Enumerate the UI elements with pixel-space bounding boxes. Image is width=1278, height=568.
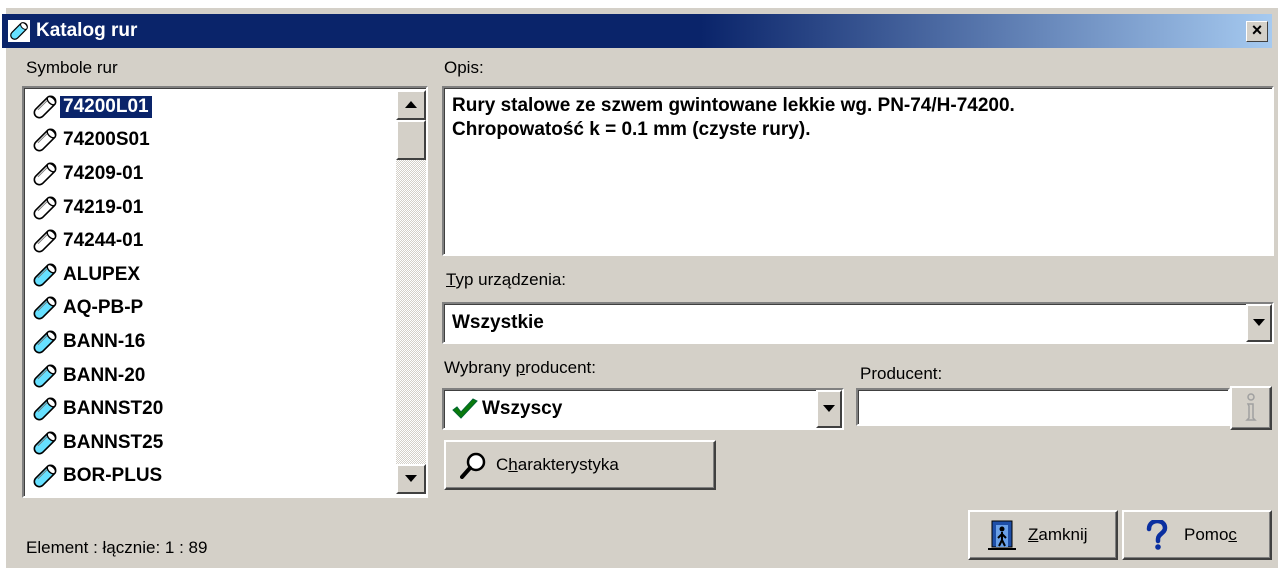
- list-item[interactable]: 74209-01: [26, 157, 398, 191]
- help-label-pre: Pomo: [1184, 525, 1229, 544]
- window-title: Katalog rur: [36, 20, 138, 41]
- list-item-label: AQ-PB-P: [63, 297, 144, 319]
- scroll-down-button[interactable]: [396, 464, 426, 494]
- list-item-label: BANNST25: [63, 431, 164, 453]
- checkmark-icon: [452, 398, 478, 419]
- characteristics-label: Charakterystyka: [496, 455, 619, 475]
- plastic-pipe-icon: [33, 330, 57, 354]
- status-text: Element : łącznie: 1 : 89: [26, 538, 208, 557]
- steel-pipe-icon: [33, 128, 57, 152]
- list-item[interactable]: BANN-20: [26, 359, 398, 393]
- help-button[interactable]: Pomoc: [1122, 510, 1272, 560]
- close-accel: Z: [1028, 525, 1039, 544]
- selected-producer-value: Wszyscy: [482, 398, 563, 419]
- close-label-rest: amknij: [1038, 525, 1088, 544]
- steel-pipe-icon: [33, 229, 57, 253]
- scroll-thumb[interactable]: [396, 120, 426, 160]
- list-item[interactable]: 74244-01: [26, 224, 398, 258]
- list-item[interactable]: AQ-PB-P: [26, 292, 398, 326]
- list-item-label: 74209-01: [63, 162, 144, 184]
- list-item-label: 74244-01: [63, 230, 144, 252]
- plastic-pipe-icon: [33, 364, 57, 388]
- characteristics-accel: h: [508, 455, 518, 474]
- selected-producer-label-pre: Wybrany: [444, 358, 516, 377]
- plastic-pipe-icon: [33, 296, 57, 320]
- arrow-down-icon: [405, 475, 417, 482]
- list-item[interactable]: ALUPEX: [26, 258, 398, 292]
- characteristics-label-pre: C: [496, 455, 509, 474]
- steel-pipe-icon: [33, 95, 57, 119]
- question-mark-icon: [1146, 520, 1168, 550]
- steel-pipe-icon: [33, 196, 57, 220]
- selected-producer-dropdown-button[interactable]: [816, 390, 842, 428]
- chevron-down-icon: [1253, 319, 1265, 326]
- chevron-down-icon: [823, 405, 835, 412]
- info-icon: [1245, 393, 1257, 421]
- description-label: Opis:: [444, 58, 484, 77]
- plastic-pipe-icon: [33, 263, 57, 287]
- description-line-2: Chropowatość k = 0.1 mm (czyste rury).: [452, 119, 811, 140]
- close-icon: ×: [1251, 20, 1263, 40]
- pipe-symbols-listbox[interactable]: 74200L01 74200S01 74209-01 74219-01 74244-01…: [22, 86, 428, 498]
- list-item[interactable]: BOR-PLUS: [26, 460, 398, 494]
- selected-producer-label-rest: roducent:: [525, 358, 597, 377]
- title-bar[interactable]: Katalog rur ×: [2, 14, 1272, 48]
- characteristics-button[interactable]: Charakterystyka: [444, 440, 716, 490]
- device-type-dropdown-button[interactable]: [1246, 304, 1272, 342]
- pipe-symbols-label: Symbole rur: [26, 58, 118, 77]
- list-item-label: BANN-16: [63, 330, 146, 352]
- pipe-symbols-list: 74200L01 74200S01 74209-01 74219-01 74244-01…: [26, 90, 398, 493]
- close-window-button[interactable]: ×: [1246, 21, 1268, 42]
- producer-label: Producent:: [860, 364, 943, 383]
- list-item-label: 74219-01: [63, 196, 144, 218]
- magnifier-icon: [460, 452, 486, 479]
- list-item[interactable]: 74200L01: [26, 90, 398, 124]
- info-button[interactable]: [1230, 386, 1272, 430]
- vertical-scrollbar[interactable]: [396, 90, 426, 494]
- device-type-value: Wszystkie: [452, 312, 544, 333]
- producer-field[interactable]: [856, 388, 1230, 426]
- device-type-combobox[interactable]: Wszystkie: [442, 302, 1274, 344]
- list-item-label: BOR-PLUS: [63, 465, 163, 487]
- description-memo[interactable]: Rury stalowe ze szwem gwintowane lekkie …: [442, 86, 1274, 256]
- characteristics-label-rest: arakterystyka: [517, 455, 619, 474]
- list-item[interactable]: 74200S01: [26, 124, 398, 158]
- list-item-label: 74200S01: [63, 129, 150, 151]
- list-item[interactable]: BANNST25: [26, 426, 398, 460]
- list-item-label: ALUPEX: [63, 263, 141, 285]
- close-button[interactable]: Zamknij: [968, 510, 1118, 560]
- list-item-label: BANN-20: [63, 364, 146, 386]
- scroll-up-button[interactable]: [396, 90, 426, 120]
- help-accel: c: [1228, 525, 1237, 544]
- selected-producer-combobox[interactable]: Wszyscy: [442, 388, 844, 430]
- help-label: Pomoc: [1184, 525, 1237, 545]
- plastic-pipe-icon: [33, 464, 57, 488]
- selected-producer-value-wrap: Wszyscy: [452, 390, 562, 428]
- list-item[interactable]: BANNST20: [26, 392, 398, 426]
- list-item[interactable]: BANN-16: [26, 325, 398, 359]
- list-item-label: BANNST20: [63, 398, 164, 420]
- list-item[interactable]: 74219-01: [26, 191, 398, 225]
- steel-pipe-icon: [33, 162, 57, 186]
- close-label: Zamknij: [1028, 525, 1088, 545]
- door-exit-icon: [988, 520, 1016, 550]
- selected-producer-label: Wybrany producent:: [444, 358, 596, 378]
- plastic-pipe-icon: [33, 397, 57, 421]
- plastic-pipe-icon: [33, 431, 57, 455]
- device-type-label-text: yp urządzenia:: [455, 270, 567, 289]
- pipe-app-icon: [8, 20, 30, 42]
- selected-producer-accel: p: [515, 358, 526, 377]
- description-line-1: Rury stalowe ze szwem gwintowane lekkie …: [452, 95, 1015, 116]
- arrow-up-icon: [405, 101, 417, 108]
- device-type-label: Typ urządzenia:: [446, 270, 566, 290]
- list-item-label: 74200L01: [60, 95, 152, 118]
